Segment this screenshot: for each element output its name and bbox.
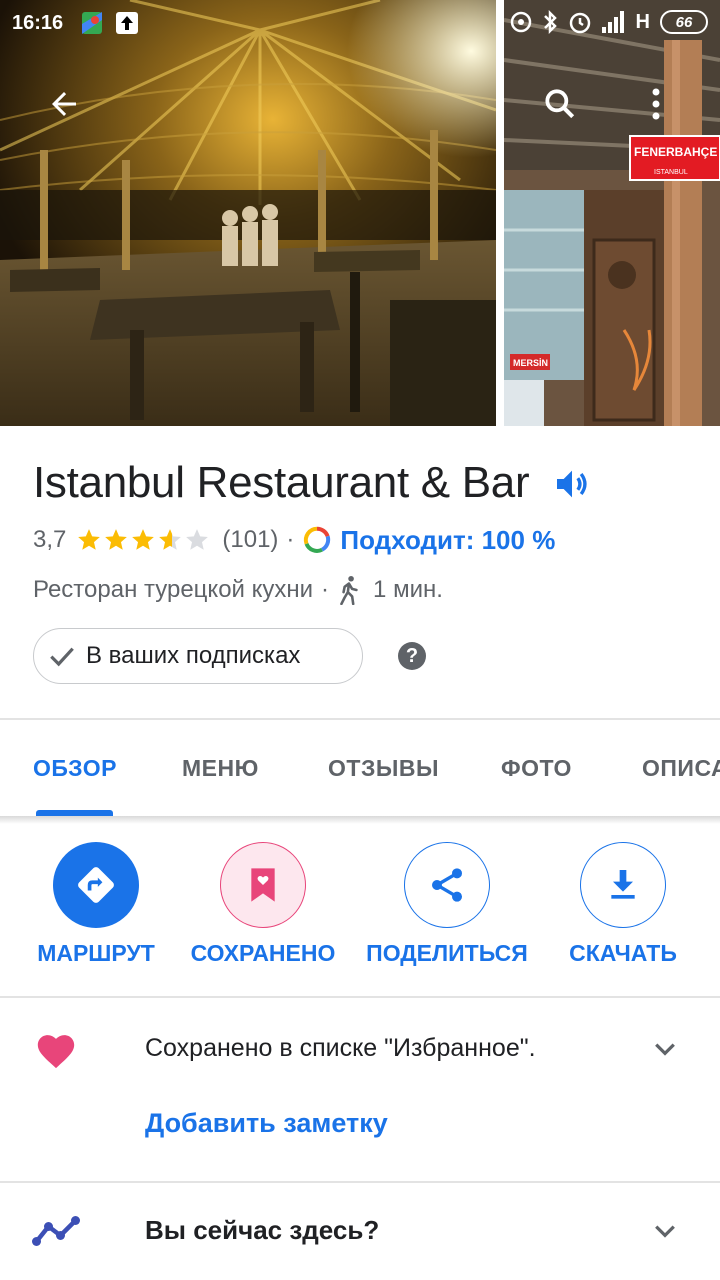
- signal-icon: [601, 11, 624, 33]
- download-icon: [611, 870, 635, 899]
- saved-label: СОХРАНЕНО: [190, 940, 336, 966]
- alarm-icon: [569, 12, 590, 34]
- search-icon: [545, 89, 575, 119]
- photo-sign-bottom: ISTANBUL: [654, 169, 688, 176]
- google-match-icon: [304, 526, 331, 553]
- separator: ·: [321, 576, 330, 603]
- divider: [0, 1181, 720, 1183]
- share-label: ПОДЕЛИТЬСЯ: [366, 940, 528, 966]
- maps-notification-icon: [82, 12, 102, 34]
- heart-icon: [37, 1035, 75, 1069]
- directions-label: МАРШРУТ: [37, 940, 155, 966]
- saved-list-text: Сохранено в списке "Избранное".: [145, 1034, 536, 1062]
- tab-reviews[interactable]: ОТЗЫВЫ: [328, 720, 439, 816]
- directions-button[interactable]: МАРШРУТ: [11, 842, 181, 972]
- match-score[interactable]: Подходит: 100 %: [340, 525, 555, 556]
- chevron-down-icon[interactable]: [650, 1216, 680, 1246]
- share-circle: [404, 842, 490, 928]
- following-chip[interactable]: В ваших подписках: [33, 628, 363, 684]
- saved-list-row: [0, 998, 720, 1178]
- following-label: В ваших подписках: [86, 642, 301, 669]
- battery-level: 66: [675, 13, 693, 31]
- speaker-icon[interactable]: [552, 464, 592, 504]
- hotspot-icon: [510, 11, 531, 33]
- separator: ·: [286, 526, 295, 553]
- rating-value: 3,7: [33, 526, 67, 553]
- help-label: ?: [405, 644, 419, 667]
- photo-restaurant-interior-image: [0, 0, 496, 426]
- back-button[interactable]: [40, 80, 88, 128]
- photo-restaurant-entrance-image: FENERBAHÇE ISTANBUL MERSİN: [504, 0, 720, 426]
- star-half-icon: [159, 529, 182, 550]
- arrow-back-icon: [52, 92, 76, 116]
- tab-overview[interactable]: ОБЗОР: [33, 720, 117, 816]
- category-row: Ресторан турецкой кухни · 1 мин.: [33, 572, 443, 608]
- help-icon[interactable]: ?: [398, 642, 426, 670]
- walking-icon: [340, 575, 358, 605]
- timeline-icon: [32, 1216, 80, 1246]
- chevron-down-icon[interactable]: [650, 1034, 680, 1064]
- status-time: 16:16: [12, 12, 64, 34]
- review-count[interactable]: (101): [222, 526, 278, 554]
- rating-stars: [76, 527, 210, 553]
- photo-restaurant-entrance[interactable]: FENERBAHÇE ISTANBUL MERSİN: [504, 0, 720, 426]
- star-icon: [105, 529, 128, 550]
- tab-bar: ОБЗОР МЕНЮ ОТЗЫВЫ ФОТО ОПИСА: [0, 720, 720, 816]
- more-options-button[interactable]: [632, 80, 680, 128]
- star-empty-icon: [186, 529, 209, 550]
- download-button[interactable]: СКАЧАТЬ: [538, 842, 708, 972]
- download-circle: [580, 842, 666, 928]
- tab-menu[interactable]: МЕНЮ: [182, 720, 259, 816]
- rating-row[interactable]: 3,7 (101) · Подходит: 100 %: [33, 522, 555, 558]
- place-title: Istanbul Restaurant & Bar: [33, 458, 530, 507]
- star-icon: [132, 529, 155, 550]
- saved-button[interactable]: СОХРАНЕНО: [178, 842, 348, 972]
- star-icon: [78, 529, 101, 550]
- bookmark-heart-icon: [251, 868, 275, 902]
- walk-time: 1 мин.: [373, 576, 443, 603]
- directions-circle: [53, 842, 139, 928]
- search-button[interactable]: [536, 80, 584, 128]
- check-icon: [50, 647, 74, 667]
- are-you-here-text[interactable]: Вы сейчас здесь?: [145, 1215, 379, 1246]
- saved-circle: [220, 842, 306, 928]
- photo-gallery[interactable]: FENERBAHÇE ISTANBUL MERSİN 16:16 H 66: [0, 0, 720, 426]
- place-category: Ресторан турецкой кухни: [33, 576, 314, 603]
- tab-about[interactable]: ОПИСА: [642, 720, 720, 816]
- status-bar: 16:16 H 66: [0, 0, 720, 48]
- share-button[interactable]: ПОДЕЛИТЬСЯ: [362, 842, 532, 972]
- battery-icon: 66: [660, 10, 708, 34]
- download-label: СКАЧАТЬ: [569, 940, 677, 966]
- tab-photos[interactable]: ФОТО: [501, 720, 572, 816]
- add-note-link[interactable]: Добавить заметку: [145, 1108, 388, 1139]
- status-right: H 66: [510, 10, 708, 34]
- upload-notification-icon: [116, 12, 138, 34]
- bluetooth-icon: [543, 10, 557, 34]
- photo-sign-top: FENERBAHÇE: [634, 145, 717, 159]
- share-icon: [432, 868, 462, 902]
- directions-icon: [78, 867, 114, 903]
- photo-sign-small: MERSİN: [513, 358, 548, 368]
- more-vert-icon: [652, 88, 660, 120]
- network-type: H: [635, 10, 650, 33]
- tabs-shadow: [0, 816, 720, 824]
- photo-restaurant-interior[interactable]: [0, 0, 496, 426]
